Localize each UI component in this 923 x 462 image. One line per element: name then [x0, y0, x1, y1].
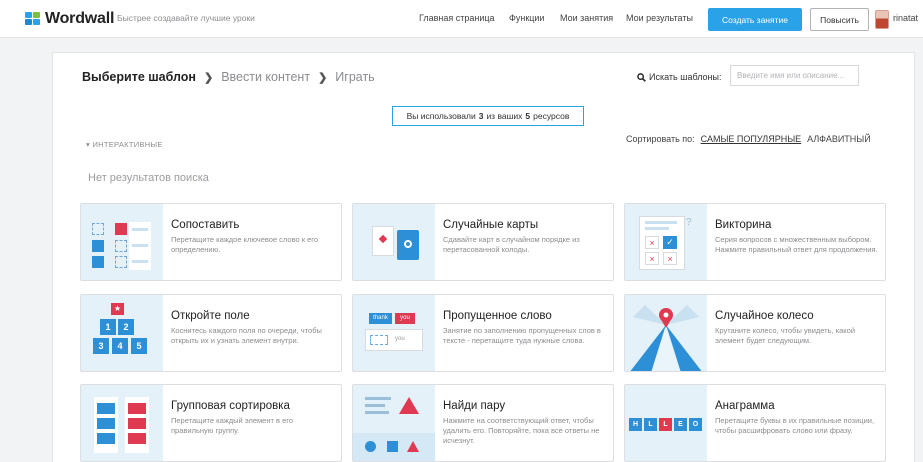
template-title: Найди пару	[443, 400, 506, 412]
username[interactable]: rinatat	[893, 13, 918, 23]
sort-label: Сортировать по:	[626, 134, 695, 144]
template-card-find-match[interactable]: Найди пару Нажмите на соответствующий от…	[352, 384, 614, 462]
template-card-random-cards[interactable]: Случайные карты Сдавайте карт в случайно…	[352, 203, 614, 281]
find-match-thumbnail	[353, 385, 435, 461]
avatar[interactable]	[875, 10, 889, 29]
breadcrumb-enter-content: Ввести контент	[221, 70, 311, 84]
section-interactive-toggle[interactable]: ▾ ИНТЕРАКТИВНЫЕ	[86, 140, 163, 149]
sort-options: Сортировать по: САМЫЕ ПОПУЛЯРНЫЕ АЛФАВИТ…	[626, 134, 871, 144]
template-title: Сопоставить	[171, 219, 240, 231]
template-title: Случайные карты	[443, 219, 539, 231]
nav-my-results[interactable]: Мои результаты	[626, 13, 693, 23]
template-card-open-box[interactable]: ★ 1 2 3 4 5 Откройте поле Коснитесь кажд…	[80, 294, 342, 372]
template-description: Занятие по заполнению пропущенных слов в…	[443, 326, 601, 345]
match-thumbnail	[81, 204, 163, 280]
triangle-icon	[399, 397, 419, 414]
search-templates-input[interactable]	[730, 65, 859, 86]
group-sort-thumbnail	[81, 385, 163, 461]
template-description: Сдавайте карт в случайном порядке из пер…	[443, 235, 580, 254]
quiz-thumbnail: ? × ✓ × ×	[625, 204, 707, 280]
open-box-thumbnail: ★ 1 2 3 4 5	[81, 295, 163, 371]
wordwall-logo-icon	[25, 12, 41, 26]
triangle-icon	[407, 441, 419, 452]
template-title: Анаграмма	[715, 400, 775, 412]
breadcrumb: Выберите шаблон ❯ Ввести контент ❯ Играт…	[82, 70, 375, 84]
search-label: Искать шаблоны:	[637, 72, 722, 82]
logo-text: Wordwall	[45, 10, 115, 27]
sort-alphabetical[interactable]: АЛФАВИТНЫЙ	[807, 134, 871, 144]
usage-notice: Вы использовали 3 из ваших 5 ресурсов	[392, 106, 584, 126]
template-description: Перетащите каждое ключевое слово к его о…	[171, 235, 319, 254]
template-description: Серия вопросов с множественным выбором. …	[715, 235, 878, 254]
usage-used: 3	[478, 111, 484, 121]
template-card-missing-word[interactable]: thank you you Пропущенное слово Занятие …	[352, 294, 614, 372]
nav-home[interactable]: Главная страница	[419, 13, 495, 23]
upgrade-button[interactable]: Повысить	[810, 8, 869, 31]
template-card-group-sort[interactable]: Групповая сортировка Перетащите каждый э…	[80, 384, 342, 462]
template-title: Пропущенное слово	[443, 310, 552, 322]
random-wheel-thumbnail	[625, 295, 707, 371]
square-icon	[387, 441, 398, 452]
template-title: Откройте поле	[171, 310, 250, 322]
caret-down-icon: ▾	[86, 140, 91, 149]
circle-icon	[365, 441, 376, 452]
template-description: Нажмите на соответствующий ответ, чтобы …	[443, 416, 600, 445]
template-title: Групповая сортировка	[171, 400, 290, 412]
sort-popular[interactable]: САМЫЕ ПОПУЛЯРНЫЕ	[701, 134, 802, 144]
breadcrumb-play: Играть	[335, 70, 375, 84]
template-description: Перетащите буквы в их правильные позиции…	[715, 416, 875, 435]
breadcrumb-choose-template: Выберите шаблон	[82, 70, 196, 84]
template-card-quiz[interactable]: ? × ✓ × × Викторина Серия вопросов с мно…	[624, 203, 886, 281]
random-cards-thumbnail	[353, 204, 435, 280]
nav-my-activities[interactable]: Мои занятия	[560, 13, 613, 23]
create-activity-button[interactable]: Создать занятие	[708, 8, 802, 31]
template-title: Викторина	[715, 219, 772, 231]
tagline: Быстрее создавайте лучшие уроки	[117, 13, 255, 23]
anagram-thumbnail: H L L E O	[625, 385, 707, 461]
template-description: Коснитесь каждого поля по очереди, чтобы…	[171, 326, 322, 345]
template-card-random-wheel[interactable]: Случайное колесо Крутаните колесо, чтобы…	[624, 294, 886, 372]
top-bar: Wordwall Быстрее создавайте лучшие уроки…	[0, 0, 923, 38]
usage-total: 5	[525, 111, 531, 121]
search-icon	[637, 72, 646, 82]
star-icon: ★	[111, 303, 124, 315]
logo[interactable]: Wordwall	[25, 10, 114, 28]
question-mark-icon: ?	[686, 217, 692, 228]
chevron-right-icon: ❯	[318, 71, 328, 84]
no-results-text: Нет результатов поиска	[88, 172, 209, 184]
template-panel: Выберите шаблон ❯ Ввести контент ❯ Играт…	[52, 52, 915, 462]
template-description: Перетащите каждый элемент в его правильн…	[171, 416, 293, 435]
template-card-anagram[interactable]: H L L E O Анаграмма Перетащите буквы в и…	[624, 384, 886, 462]
missing-word-thumbnail: thank you you	[353, 295, 435, 371]
chevron-right-icon: ❯	[203, 71, 214, 84]
wheel-icon	[630, 305, 702, 371]
template-description: Крутаните колесо, чтобы увидеть, какой э…	[715, 326, 856, 345]
template-card-match[interactable]: Сопоставить Перетащите каждое ключевое с…	[80, 203, 342, 281]
template-title: Случайное колесо	[715, 310, 814, 322]
nav-features[interactable]: Функции	[509, 13, 544, 23]
